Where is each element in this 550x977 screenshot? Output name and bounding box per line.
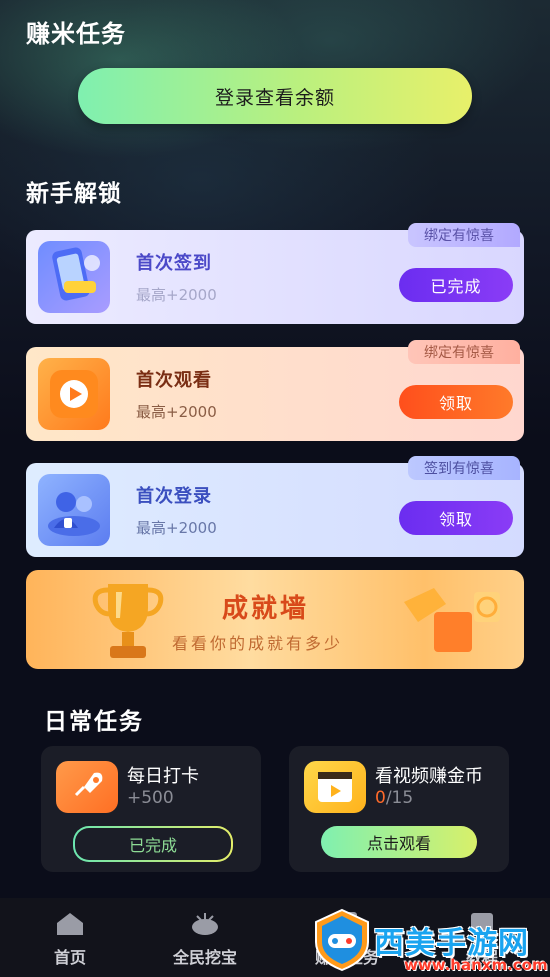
home-icon [42, 910, 98, 940]
task-reward: 最高+2000 [136, 403, 217, 421]
progress-done: 0 [375, 788, 386, 808]
watermark-url: www.hanxm.com [404, 956, 548, 974]
newbie-task-first-signin: 绑定有惊喜 首次签到 最高+2000 已完成 [26, 223, 524, 324]
daily-task-checkin: 每日打卡 +500 已完成 [41, 746, 261, 872]
achievement-wall-banner[interactable]: 成就墙 看看你的成就有多少 [26, 570, 524, 669]
site-watermark: 西美手游网 www.hanxm.com [308, 904, 550, 977]
page-title: 赚米任务 [26, 20, 126, 48]
task-name: 首次登录 [136, 486, 212, 507]
login-view-balance-button[interactable]: 登录查看余额 [78, 68, 472, 124]
daily-task-reward: +500 [127, 788, 174, 808]
daily-task-name: 每日打卡 [127, 766, 199, 787]
daily-task-name: 看视频赚金币 [375, 766, 483, 787]
task-name: 首次签到 [136, 253, 212, 274]
rocket-icon [56, 761, 118, 813]
newbie-task-first-login: 签到有惊喜 首次登录 最高+2000 领取 [26, 456, 524, 557]
tab-label: 全民挖宝 [172, 948, 237, 967]
tab-home[interactable]: 首页 [42, 910, 98, 968]
progress-total: /15 [385, 788, 414, 808]
video-player-icon [304, 761, 366, 813]
user-profile-icon [38, 474, 110, 546]
newbie-section-title: 新手解锁 [26, 181, 122, 207]
achievement-subtitle: 看看你的成就有多少 [172, 634, 344, 653]
play-video-icon [38, 358, 110, 430]
completed-button[interactable]: 已完成 [399, 268, 513, 302]
daily-section-title: 日常任务 [44, 709, 144, 735]
claim-button[interactable]: 领取 [399, 385, 513, 419]
watch-now-button[interactable]: 点击观看 [321, 826, 477, 858]
phone-illustration-icon [38, 241, 110, 313]
cubes-decoration-icon [394, 582, 504, 658]
task-reward: 最高+2000 [136, 286, 217, 304]
tab-treasure[interactable]: 全民挖宝 [162, 910, 248, 968]
gamepad-shield-logo-icon [310, 908, 374, 972]
task-reward: 最高+2000 [136, 519, 217, 537]
completed-button[interactable]: 已完成 [73, 826, 233, 862]
daily-task-watch-video: 看视频赚金币 0/15 点击观看 [289, 746, 509, 872]
task-name: 首次观看 [136, 370, 212, 391]
trophy-icon [88, 578, 168, 664]
treasure-icon [162, 910, 248, 940]
task-tag: 绑定有惊喜 [408, 223, 520, 247]
task-tag: 签到有惊喜 [408, 456, 520, 480]
tab-label: 首页 [53, 948, 86, 967]
task-tag: 绑定有惊喜 [408, 340, 520, 364]
claim-button[interactable]: 领取 [399, 501, 513, 535]
newbie-task-first-watch: 绑定有惊喜 首次观看 最高+2000 领取 [26, 340, 524, 441]
daily-task-progress: 0/15 [375, 788, 413, 808]
achievement-title: 成就墙 [222, 594, 310, 624]
